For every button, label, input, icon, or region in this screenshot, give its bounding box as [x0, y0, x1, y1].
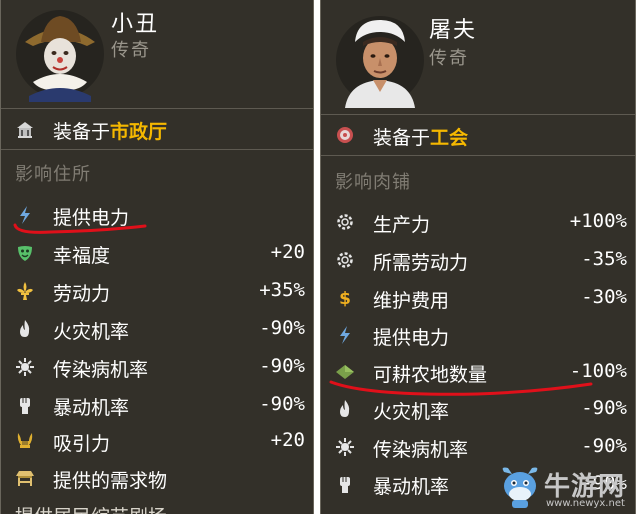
stat-label: 暴动机率 — [53, 397, 130, 419]
site-watermark: 牛游网 www.newyx.net — [496, 462, 638, 514]
stat-row-workforce: 劳动力 +35% — [1, 273, 313, 310]
specialist-card-clown: 小丑 传奇 装备于市政厅 影响住所 提供电力 幸福度 +20 劳动力 +35% … — [0, 0, 314, 514]
equip-prefix: 装备于 — [373, 127, 431, 149]
stat-label: 可耕农地数量 — [373, 364, 488, 386]
stat-row-disease: 传染病机率 -90% — [1, 349, 313, 386]
stat-value: -35% — [581, 248, 627, 270]
equip-text: 装备于工会 — [373, 123, 468, 150]
section-title: 影响肉铺 — [335, 172, 411, 193]
town-hall-icon — [17, 122, 33, 138]
clown-portrait — [16, 10, 104, 102]
specialist-rarity: 传奇 — [111, 40, 151, 61]
stat-value: +35% — [259, 279, 305, 301]
stat-label: 提供电力 — [373, 327, 450, 349]
svg-text:$: $ — [339, 289, 351, 308]
market-stall-icon — [16, 471, 34, 486]
lightning-icon — [20, 206, 30, 224]
stat-label: 暴动机率 — [373, 476, 450, 498]
specialist-card-butcher: 屠夫 传奇 装备于工会 影响肉铺 生产力 +100% 所需劳动力 -35% $ … — [320, 0, 636, 514]
stat-label: 幸福度 — [53, 245, 111, 267]
stat-label: 生产力 — [373, 214, 431, 236]
stat-value: -90% — [259, 317, 305, 339]
stat-row-cut: 提供居民综艺剧场 — [1, 496, 313, 514]
stat-label: 所需劳动力 — [373, 252, 469, 274]
card-header: 屠夫 传奇 — [321, 0, 635, 108]
stat-label: 劳动力 — [53, 283, 111, 305]
stat-label: 提供居民综艺剧场 — [15, 502, 167, 514]
stat-row-riot: 暴动机率 -90% — [1, 387, 313, 424]
virus-icon — [16, 358, 34, 376]
equip-building: 市政厅 — [110, 121, 168, 143]
stat-label: 提供的需求物 — [53, 470, 168, 492]
lyre-icon — [17, 433, 33, 448]
stat-row-happiness: 幸福度 +20 — [1, 235, 313, 272]
equip-building: 工会 — [430, 127, 469, 149]
stat-value: -30% — [581, 286, 627, 308]
stat-label: 维护费用 — [373, 290, 450, 312]
stat-row-goods: 提供的需求物 — [1, 460, 313, 497]
fist-icon — [340, 477, 350, 493]
stat-value: +20 — [270, 241, 305, 263]
equip-prefix: 装备于 — [53, 121, 111, 143]
stat-row-power: 提供电力 — [1, 197, 313, 234]
stat-row-required-workforce: 所需劳动力 -35% — [321, 242, 635, 279]
stat-value: -90% — [259, 393, 305, 415]
watermark-url: www.newyx.net — [546, 498, 625, 509]
stat-value: +20 — [270, 429, 305, 451]
butcher-portrait — [336, 16, 424, 108]
virus-icon — [336, 438, 354, 456]
specialist-name: 小丑 — [111, 12, 160, 37]
gear-icon — [337, 214, 353, 230]
stat-label: 提供电力 — [53, 207, 130, 229]
stat-value: -90% — [581, 397, 627, 419]
guild-icon — [337, 127, 353, 143]
stat-value: -90% — [581, 435, 627, 457]
fire-icon — [20, 320, 30, 337]
stat-label: 火灾机率 — [53, 321, 130, 343]
stat-label: 传染病机率 — [373, 439, 469, 461]
section-title: 影响住所 — [15, 164, 91, 185]
stat-label: 吸引力 — [53, 433, 111, 455]
stat-label: 火灾机率 — [373, 401, 450, 423]
stat-value: +100% — [569, 210, 627, 232]
stat-value: -100% — [569, 360, 627, 382]
specialist-rarity: 传奇 — [429, 48, 469, 69]
stat-row-farmland: 可耕农地数量 -100% — [321, 354, 635, 391]
gear-icon — [337, 252, 353, 268]
stat-row-fire: 火灾机率 -90% — [1, 311, 313, 348]
equip-text: 装备于市政厅 — [53, 117, 167, 144]
stat-row-productivity: 生产力 +100% — [321, 204, 635, 241]
stat-row-power: 提供电力 — [321, 317, 635, 354]
lightning-icon — [340, 326, 350, 344]
stat-row-maintenance: $ 维护费用 -30% — [321, 280, 635, 317]
equip-row: 装备于市政厅 — [1, 108, 313, 150]
cow-mascot-icon — [502, 467, 538, 508]
fleur-de-lis-icon — [17, 282, 33, 300]
mask-icon — [18, 246, 32, 261]
fist-icon — [20, 398, 30, 414]
stat-label: 传染病机率 — [53, 359, 149, 381]
stat-row-attractiveness: 吸引力 +20 — [1, 423, 313, 460]
dollar-coin-icon: $ — [339, 289, 351, 308]
stat-row-fire: 火灾机率 -90% — [321, 391, 635, 428]
stat-row-disease: 传染病机率 -90% — [321, 429, 635, 466]
fire-icon — [340, 400, 350, 417]
specialist-name: 屠夫 — [429, 18, 478, 43]
stat-value: -90% — [259, 355, 305, 377]
equip-row: 装备于工会 — [321, 114, 635, 156]
farmland-icon — [336, 365, 354, 379]
card-header: 小丑 传奇 — [1, 0, 313, 108]
